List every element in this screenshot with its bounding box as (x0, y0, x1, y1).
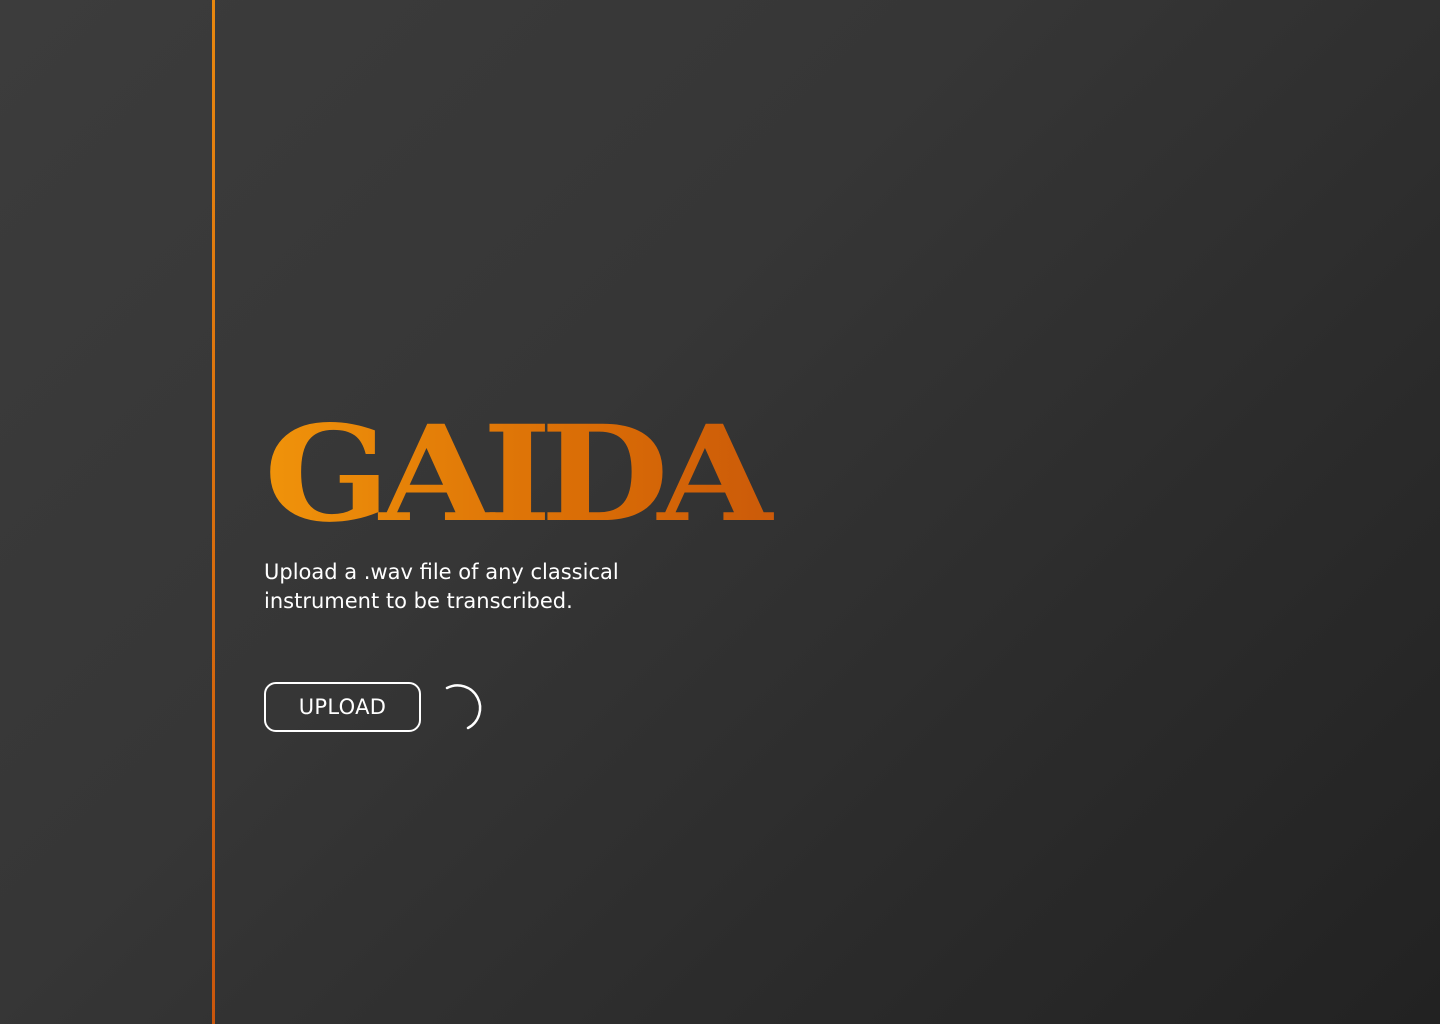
upload-instructions: Upload a .wav file of any classical inst… (264, 560, 619, 613)
app-title: GAIDA (264, 409, 891, 541)
accent-divider-line (212, 0, 215, 1024)
upload-button[interactable]: UPLOAD (264, 682, 421, 732)
hero-section: GAIDA Upload a .wav file of any classica… (264, 409, 824, 732)
loading-spinner-icon (445, 684, 482, 730)
upload-actions: UPLOAD (264, 682, 824, 732)
